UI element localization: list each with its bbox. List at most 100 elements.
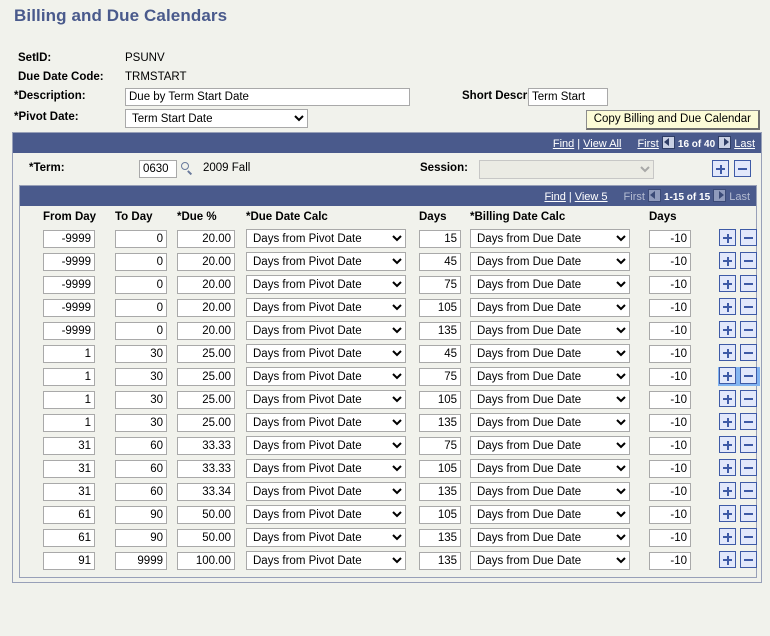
- cell-from-day[interactable]: [43, 299, 95, 317]
- cell-from-day[interactable]: [43, 368, 95, 386]
- cell-to-day[interactable]: [115, 276, 167, 294]
- cell-billing-days[interactable]: [649, 460, 691, 478]
- add-detail-row-button[interactable]: [719, 413, 736, 430]
- cell-due-date-calc-select[interactable]: Days from Pivot Date: [246, 505, 406, 524]
- cell-days[interactable]: [419, 483, 461, 501]
- cell-due-date-calc-select[interactable]: Days from Pivot Date: [246, 436, 406, 455]
- cell-billing-date-calc-select[interactable]: Days from Due Date: [470, 344, 630, 363]
- cell-billing-days[interactable]: [649, 253, 691, 271]
- cell-billing-days[interactable]: [649, 322, 691, 340]
- outer-find-link[interactable]: Find: [553, 138, 574, 150]
- next-arrow-icon[interactable]: [718, 136, 732, 149]
- cell-billing-days[interactable]: [649, 368, 691, 386]
- cell-to-day[interactable]: [115, 414, 167, 432]
- cell-days[interactable]: [419, 414, 461, 432]
- cell-to-day[interactable]: [115, 368, 167, 386]
- cell-to-day[interactable]: [115, 552, 167, 570]
- cell-billing-date-calc-select[interactable]: Days from Due Date: [470, 482, 630, 501]
- cell-days[interactable]: [419, 391, 461, 409]
- cell-due-percent[interactable]: [177, 230, 235, 248]
- add-detail-row-button[interactable]: [719, 436, 736, 453]
- add-term-row-button[interactable]: [712, 160, 729, 177]
- add-detail-row-button[interactable]: [719, 321, 736, 338]
- cell-days[interactable]: [419, 529, 461, 547]
- cell-due-percent[interactable]: [177, 529, 235, 547]
- cell-from-day[interactable]: [43, 414, 95, 432]
- cell-to-day[interactable]: [115, 253, 167, 271]
- cell-from-day[interactable]: [43, 253, 95, 271]
- cell-days[interactable]: [419, 368, 461, 386]
- cell-billing-date-calc-select[interactable]: Days from Due Date: [470, 321, 630, 340]
- cell-from-day[interactable]: [43, 391, 95, 409]
- delete-detail-row-button[interactable]: [740, 298, 757, 315]
- delete-detail-row-button[interactable]: [740, 482, 757, 499]
- cell-billing-days[interactable]: [649, 230, 691, 248]
- cell-due-date-calc-select[interactable]: Days from Pivot Date: [246, 298, 406, 317]
- cell-due-date-calc-select[interactable]: Days from Pivot Date: [246, 390, 406, 409]
- delete-detail-row-button[interactable]: [740, 344, 757, 361]
- cell-due-date-calc-select[interactable]: Days from Pivot Date: [246, 367, 406, 386]
- cell-days[interactable]: [419, 460, 461, 478]
- delete-detail-row-button[interactable]: [740, 275, 757, 292]
- cell-billing-date-calc-select[interactable]: Days from Due Date: [470, 390, 630, 409]
- magnifier-icon[interactable]: [181, 162, 194, 175]
- inner-view-link[interactable]: View 5: [575, 191, 608, 203]
- cell-days[interactable]: [419, 552, 461, 570]
- cell-due-percent[interactable]: [177, 253, 235, 271]
- cell-due-percent[interactable]: [177, 368, 235, 386]
- cell-due-percent[interactable]: [177, 299, 235, 317]
- outer-last-link[interactable]: Last: [734, 138, 755, 150]
- cell-days[interactable]: [419, 276, 461, 294]
- cell-billing-date-calc-select[interactable]: Days from Due Date: [470, 413, 630, 432]
- cell-due-percent[interactable]: [177, 276, 235, 294]
- cell-billing-date-calc-select[interactable]: Days from Due Date: [470, 436, 630, 455]
- cell-billing-date-calc-select[interactable]: Days from Due Date: [470, 505, 630, 524]
- cell-from-day[interactable]: [43, 529, 95, 547]
- add-detail-row-button[interactable]: [719, 459, 736, 476]
- cell-due-date-calc-select[interactable]: Days from Pivot Date: [246, 482, 406, 501]
- cell-days[interactable]: [419, 322, 461, 340]
- cell-from-day[interactable]: [43, 460, 95, 478]
- cell-from-day[interactable]: [43, 483, 95, 501]
- cell-to-day[interactable]: [115, 529, 167, 547]
- cell-to-day[interactable]: [115, 230, 167, 248]
- add-detail-row-button[interactable]: [719, 528, 736, 545]
- cell-billing-date-calc-select[interactable]: Days from Due Date: [470, 229, 630, 248]
- add-detail-row-button[interactable]: [719, 482, 736, 499]
- cell-billing-days[interactable]: [649, 299, 691, 317]
- cell-due-percent[interactable]: [177, 414, 235, 432]
- add-detail-row-button[interactable]: [719, 344, 736, 361]
- cell-from-day[interactable]: [43, 552, 95, 570]
- cell-billing-days[interactable]: [649, 414, 691, 432]
- cell-billing-date-calc-select[interactable]: Days from Due Date: [470, 367, 630, 386]
- cell-due-percent[interactable]: [177, 322, 235, 340]
- cell-from-day[interactable]: [43, 230, 95, 248]
- cell-due-percent[interactable]: [177, 391, 235, 409]
- cell-billing-days[interactable]: [649, 529, 691, 547]
- cell-due-date-calc-select[interactable]: Days from Pivot Date: [246, 528, 406, 547]
- cell-billing-date-calc-select[interactable]: Days from Due Date: [470, 528, 630, 547]
- cell-billing-days[interactable]: [649, 391, 691, 409]
- cell-billing-days[interactable]: [649, 276, 691, 294]
- cell-to-day[interactable]: [115, 345, 167, 363]
- cell-days[interactable]: [419, 437, 461, 455]
- delete-detail-row-button[interactable]: [740, 528, 757, 545]
- cell-billing-date-calc-select[interactable]: Days from Due Date: [470, 459, 630, 478]
- cell-billing-days[interactable]: [649, 552, 691, 570]
- delete-detail-row-button[interactable]: [740, 367, 757, 384]
- delete-detail-row-button[interactable]: [740, 436, 757, 453]
- cell-billing-date-calc-select[interactable]: Days from Due Date: [470, 252, 630, 271]
- delete-detail-row-button[interactable]: [740, 413, 757, 430]
- cell-due-date-calc-select[interactable]: Days from Pivot Date: [246, 275, 406, 294]
- cell-billing-days[interactable]: [649, 437, 691, 455]
- cell-to-day[interactable]: [115, 437, 167, 455]
- delete-detail-row-button[interactable]: [740, 459, 757, 476]
- cell-due-percent[interactable]: [177, 506, 235, 524]
- cell-from-day[interactable]: [43, 506, 95, 524]
- cell-to-day[interactable]: [115, 506, 167, 524]
- add-detail-row-button[interactable]: [719, 505, 736, 522]
- inner-find-link[interactable]: Find: [544, 191, 565, 203]
- cell-to-day[interactable]: [115, 483, 167, 501]
- cell-from-day[interactable]: [43, 276, 95, 294]
- add-detail-row-button[interactable]: [719, 551, 736, 568]
